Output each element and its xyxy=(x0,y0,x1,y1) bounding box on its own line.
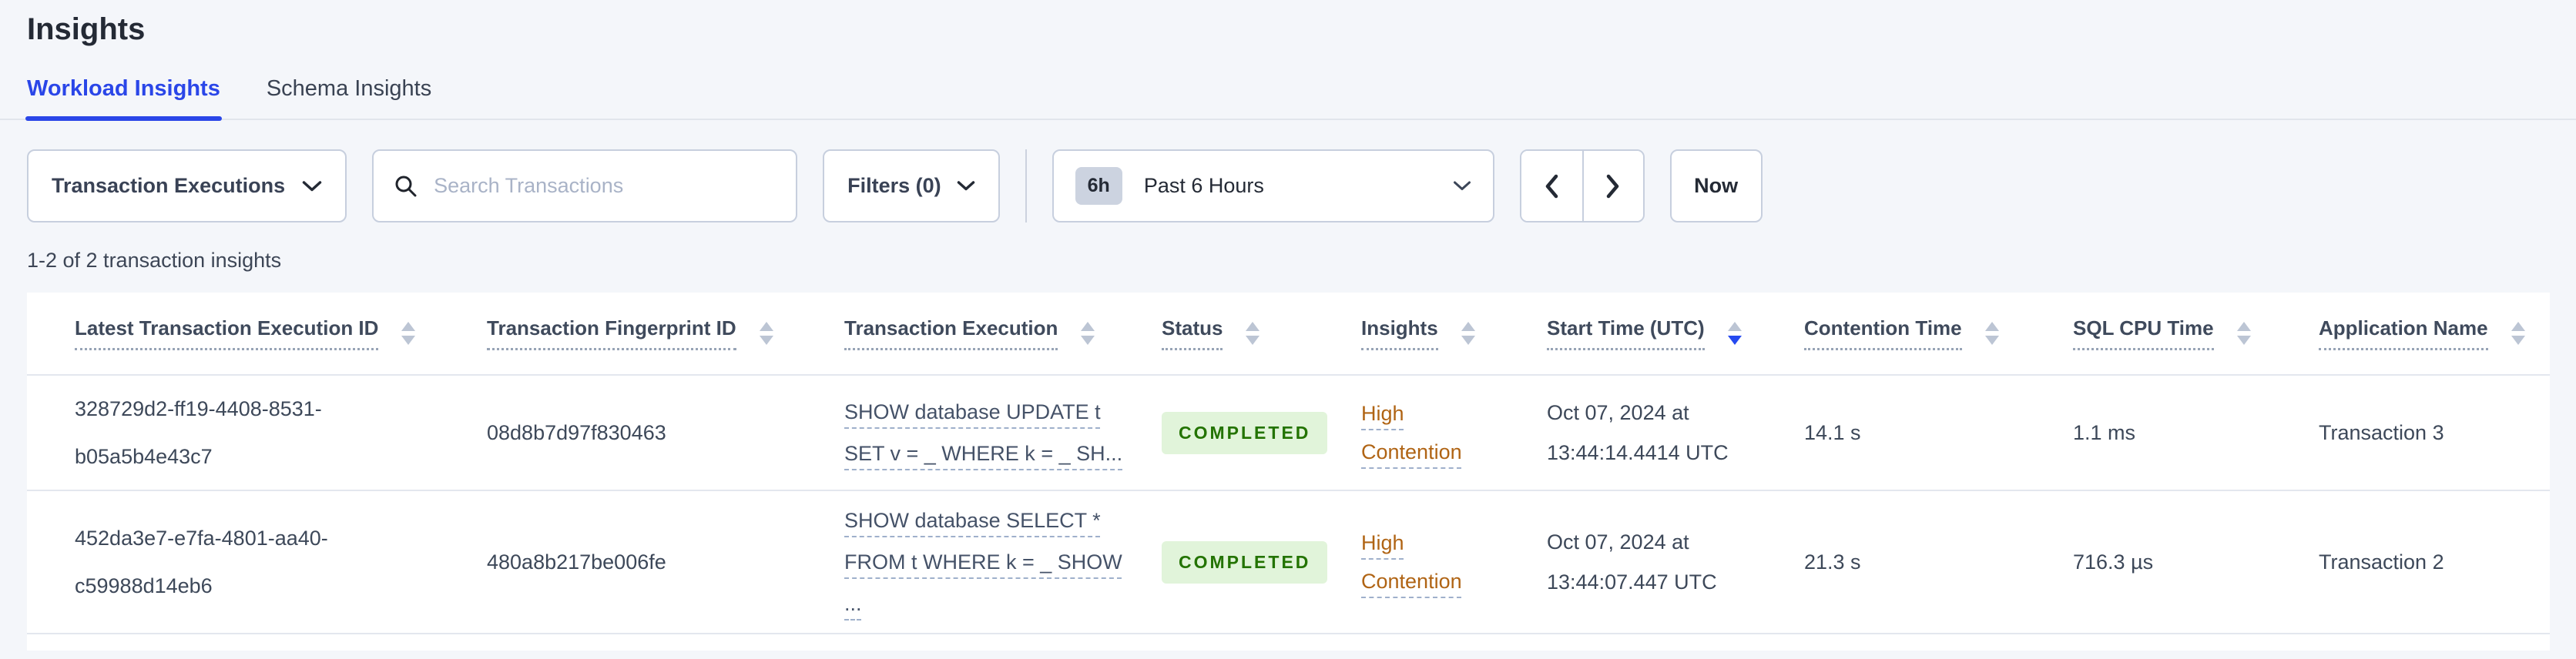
sort-icon[interactable] xyxy=(401,322,416,345)
chevron-right-icon xyxy=(1606,174,1619,198)
transaction-execution-link[interactable]: SHOW database SELECT * xyxy=(844,500,1101,541)
insight-link[interactable]: High Contention xyxy=(1361,394,1484,471)
chevron-left-icon xyxy=(1545,174,1558,198)
latest-execution-id: 328729d2-ff19-4408-8531-b05a5b4e43c7 xyxy=(75,397,322,468)
page-title: Insights xyxy=(27,12,146,46)
chevron-down-icon xyxy=(1453,181,1471,190)
tab-bar: Workload Insights Schema Insights xyxy=(0,76,2576,121)
previous-range-button[interactable] xyxy=(1521,151,1582,221)
column-header-insights[interactable]: Insights xyxy=(1361,316,1438,350)
view-type-dropdown[interactable]: Transaction Executions xyxy=(27,149,347,222)
column-header-contention-time[interactable]: Contention Time xyxy=(1804,316,1962,350)
now-button-label: Now xyxy=(1694,174,1739,197)
application-name: Transaction 3 xyxy=(2319,420,2444,444)
time-range-label: Past 6 Hours xyxy=(1143,174,1264,197)
column-header-latest-execution-id[interactable]: Latest Transaction Execution ID xyxy=(75,316,379,350)
column-header-start-time[interactable]: Start Time (UTC) xyxy=(1547,316,1705,350)
chevron-down-icon xyxy=(957,181,974,191)
insights-table: Latest Transaction Execution ID Transact… xyxy=(27,293,2550,651)
search-input[interactable] xyxy=(434,174,776,198)
results-count: 1-2 of 2 transaction insights xyxy=(27,249,282,272)
sort-icon-active-desc[interactable] xyxy=(1727,322,1742,345)
transaction-execution-link[interactable]: ... xyxy=(844,583,862,624)
sort-icon[interactable] xyxy=(1984,322,1999,345)
next-range-button[interactable] xyxy=(1581,151,1643,221)
search-box xyxy=(372,149,798,222)
sort-icon[interactable] xyxy=(1461,322,1475,345)
toolbar-divider xyxy=(1025,149,1027,222)
fingerprint-id: 08d8b7d97f830463 xyxy=(487,420,666,444)
filters-button[interactable]: Filters (0) xyxy=(823,149,1000,222)
table-row: 452da3e7-e7fa-4801-aa40-c59988d14eb6 480… xyxy=(27,490,2550,634)
column-header-sql-cpu-time[interactable]: SQL CPU Time xyxy=(2073,316,2214,350)
tab-label: Schema Insights xyxy=(266,76,432,101)
table-footer xyxy=(27,634,2550,651)
sort-icon[interactable] xyxy=(2236,322,2251,345)
transaction-execution-link[interactable]: SET v = _ WHERE k = _ SH... xyxy=(844,433,1122,474)
insight-link[interactable]: High Contention xyxy=(1361,524,1484,600)
column-header-fingerprint-id[interactable]: Transaction Fingerprint ID xyxy=(487,316,736,350)
sql-cpu-time: 1.1 ms xyxy=(2073,420,2136,444)
table-row: 328729d2-ff19-4408-8531-b05a5b4e43c7 08d… xyxy=(27,375,2550,490)
search-icon xyxy=(395,176,417,196)
chevron-down-icon xyxy=(302,180,322,191)
time-range-badge: 6h xyxy=(1075,167,1122,205)
sort-icon[interactable] xyxy=(1246,322,1260,345)
time-range-picker[interactable]: 6h Past 6 Hours xyxy=(1052,149,1494,222)
sort-icon[interactable] xyxy=(759,322,773,345)
contention-time: 14.1 s xyxy=(1804,420,1861,444)
tab-workload-insights[interactable]: Workload Insights xyxy=(25,76,222,121)
view-type-dropdown-label: Transaction Executions xyxy=(52,174,286,197)
sort-icon[interactable] xyxy=(2511,322,2525,345)
time-range-pager xyxy=(1519,149,1645,222)
column-header-application-name[interactable]: Application Name xyxy=(2319,316,2488,350)
status-badge: COMPLETED xyxy=(1162,411,1328,454)
application-name: Transaction 2 xyxy=(2319,550,2444,574)
sql-cpu-time: 716.3 µs xyxy=(2073,550,2154,574)
start-time: Oct 07, 2024 at 13:44:14.4414 UTC xyxy=(1547,401,1729,464)
column-header-status[interactable]: Status xyxy=(1162,316,1223,350)
start-time: Oct 07, 2024 at 13:44:07.447 UTC xyxy=(1547,530,1717,594)
table-header-row: Latest Transaction Execution ID Transact… xyxy=(27,293,2550,375)
contention-time: 21.3 s xyxy=(1804,550,1861,574)
transaction-execution-link[interactable]: SHOW database UPDATE t xyxy=(844,391,1101,433)
column-header-transaction-execution[interactable]: Transaction Execution xyxy=(844,316,1058,350)
status-badge: COMPLETED xyxy=(1162,540,1328,584)
tab-label: Workload Insights xyxy=(27,76,220,101)
transaction-execution-link[interactable]: FROM t WHERE k = _ SHOW xyxy=(844,541,1122,583)
tab-schema-insights[interactable]: Schema Insights xyxy=(267,76,431,119)
toolbar: Transaction Executions Filters (0) 6h Pa… xyxy=(27,149,2576,222)
fingerprint-id: 480a8b217be006fe xyxy=(487,550,666,574)
filters-button-label: Filters (0) xyxy=(847,174,941,197)
sort-icon[interactable] xyxy=(1081,322,1095,345)
now-button[interactable]: Now xyxy=(1669,149,1763,222)
latest-execution-id: 452da3e7-e7fa-4801-aa40-c59988d14eb6 xyxy=(75,527,328,597)
